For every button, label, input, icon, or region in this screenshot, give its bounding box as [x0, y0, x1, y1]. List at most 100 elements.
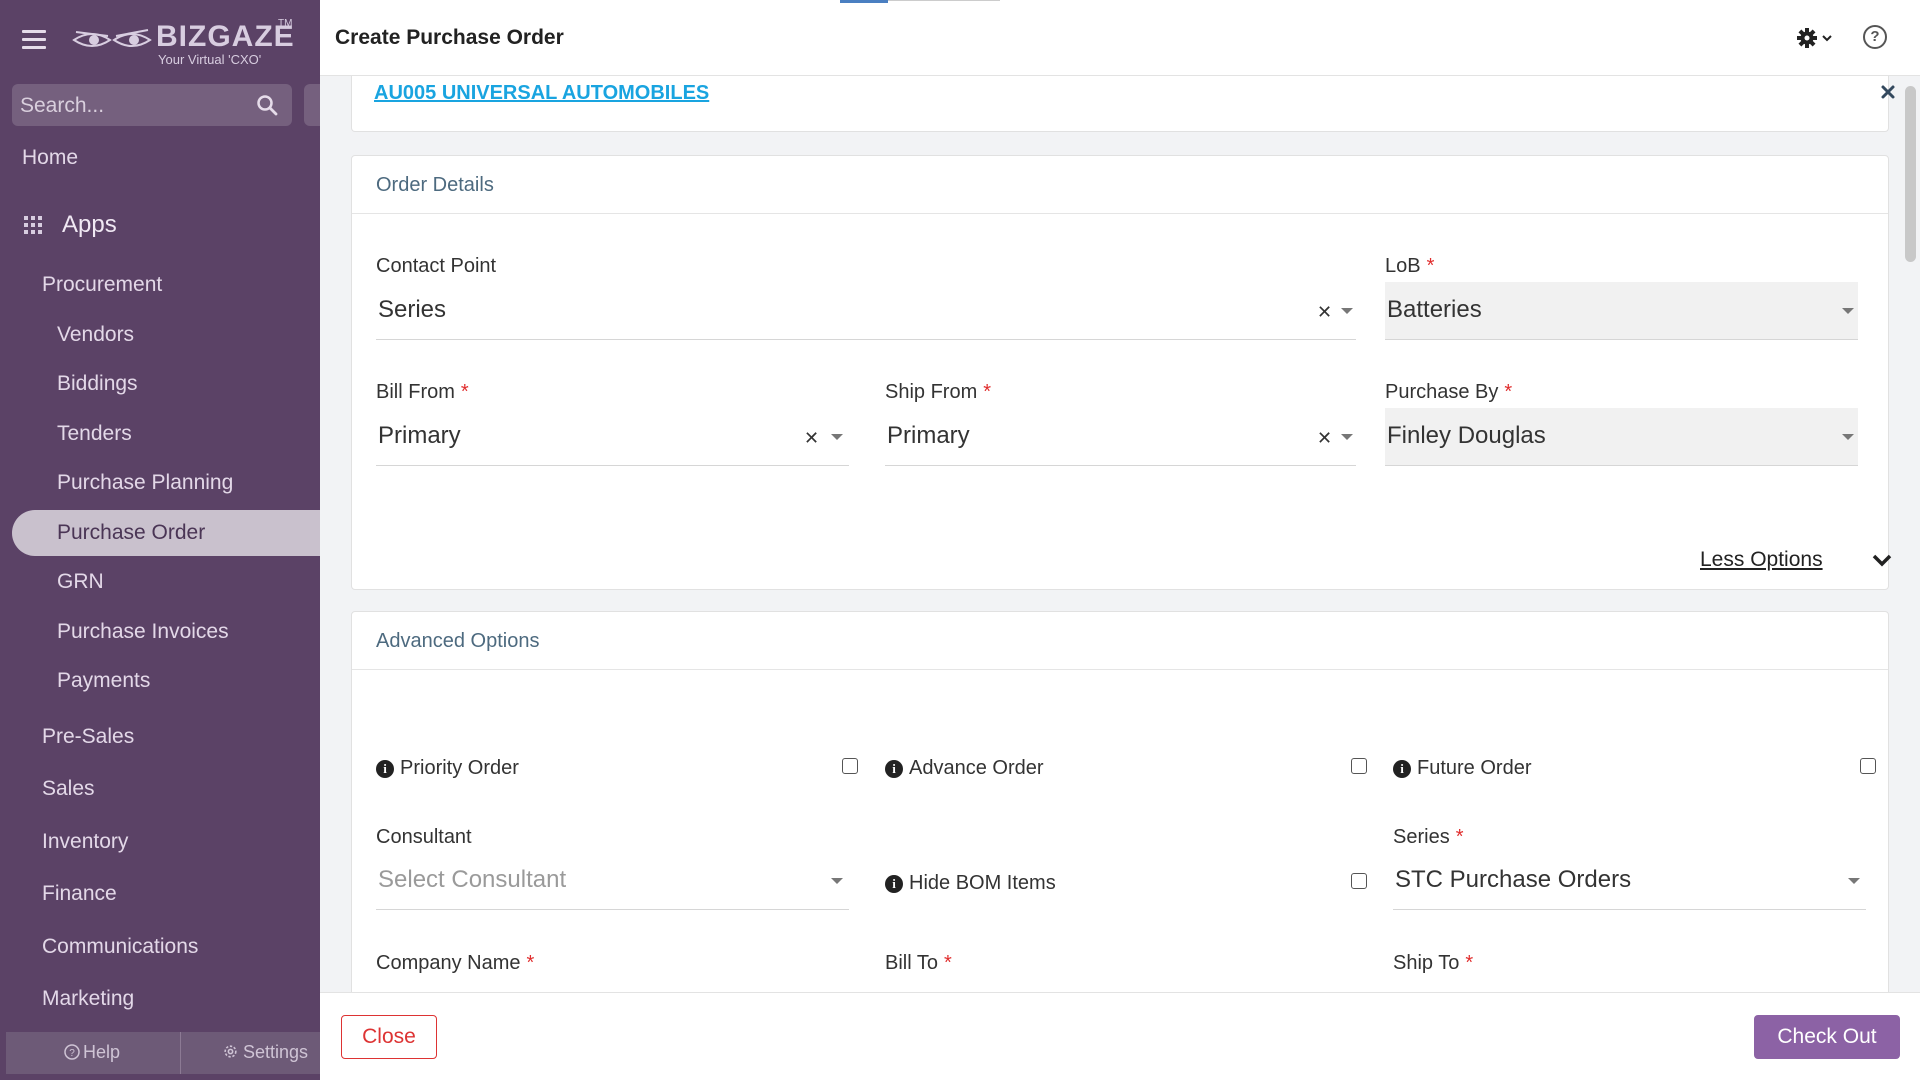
contact-point-value: Series — [378, 296, 447, 323]
required-asterisk: * — [460, 381, 469, 403]
sidebar-item-grn[interactable]: GRN — [57, 570, 104, 594]
lob-select[interactable]: Batteries — [1385, 282, 1858, 340]
priority-order-checkbox[interactable] — [842, 758, 858, 774]
series-select[interactable]: STC Purchase Orders — [1393, 852, 1866, 910]
future-order-label: i Future Order — [1393, 757, 1531, 780]
sidebar-item-tenders[interactable]: Tenders — [57, 422, 132, 446]
sidebar-footer: ? Help Settings — [6, 1032, 320, 1074]
advanced-options-card: Advanced Options i Priority Order i Advanc… — [351, 611, 1889, 992]
required-asterisk: * — [1426, 255, 1435, 277]
help-link[interactable]: ? Help — [64, 1042, 120, 1063]
ship-from-value: Primary — [887, 422, 970, 449]
help-circle-icon: ? — [64, 1044, 80, 1060]
sidebar-item-purchase-invoices[interactable]: Purchase Invoices — [57, 620, 229, 644]
info-icon[interactable]: i — [885, 875, 903, 893]
ship-from-clear-icon[interactable]: ✕ — [1317, 428, 1332, 449]
logo-brand: BIZGAZE — [156, 20, 295, 53]
hide-bom-items-checkbox[interactable] — [1351, 873, 1367, 889]
required-asterisk: * — [1465, 952, 1474, 974]
settings-gear-dropdown-icon[interactable] — [1797, 26, 1837, 50]
contact-point-select[interactable]: Series ✕ — [376, 282, 1356, 340]
hide-bom-items-label: i Hide BOM Items — [885, 872, 1056, 895]
chevron-down-icon[interactable] — [1872, 552, 1892, 568]
footer-divider — [180, 1032, 181, 1074]
sidebar-item-biddings[interactable]: Biddings — [57, 372, 138, 396]
info-icon[interactable]: i — [885, 760, 903, 778]
settings-link[interactable]: Settings — [222, 1042, 308, 1063]
bizgaze-logo[interactable]: BIZGAZE TM Your Virtual 'CXO' — [72, 18, 295, 68]
sidebar-item-inventory[interactable]: Inventory — [42, 830, 128, 854]
advance-order-checkbox[interactable] — [1351, 758, 1367, 774]
consultant-select[interactable]: Select Consultant — [376, 852, 849, 910]
ship-from-label: Ship From * — [885, 381, 992, 403]
check-out-button[interactable]: Check Out — [1754, 1015, 1900, 1059]
info-icon[interactable]: i — [1393, 760, 1411, 778]
sidebar-item-communications[interactable]: Communications — [42, 935, 198, 959]
logo-tm: TM — [278, 18, 293, 29]
consultant-label: Consultant — [376, 826, 472, 848]
settings-gear-icon — [224, 1045, 237, 1058]
sidebar-search-input[interactable]: Search... — [12, 84, 292, 126]
purchase-by-caret-icon[interactable] — [1842, 434, 1854, 440]
sidebar-item-purchase-planning[interactable]: Purchase Planning — [57, 471, 233, 495]
priority-order-label: i Priority Order — [376, 757, 519, 780]
sidebar-item-marketing[interactable]: Marketing — [42, 987, 134, 1011]
purchase-by-select[interactable]: Finley Douglas — [1385, 408, 1858, 466]
lob-label: LoB * — [1385, 255, 1435, 277]
bill-from-select[interactable]: Primary ✕ — [376, 408, 849, 466]
bill-from-label: Bill From * — [376, 381, 469, 403]
consultant-placeholder: Select Consultant — [378, 866, 567, 893]
required-asterisk: * — [944, 952, 952, 974]
lob-value: Batteries — [1387, 296, 1482, 323]
info-icon[interactable]: i — [376, 760, 394, 778]
purchase-by-label: Purchase By * — [1385, 381, 1513, 403]
ship-from-caret-icon[interactable] — [1341, 434, 1353, 440]
vendor-card: AU005 UNIVERSAL AUTOMOBILES — [351, 76, 1895, 132]
remove-vendor-close-icon[interactable] — [1880, 84, 1896, 100]
sidebar: BIZGAZE TM Your Virtual 'CXO' Search... … — [0, 0, 324, 1080]
bill-from-caret-icon[interactable] — [831, 434, 843, 440]
contact-point-caret-icon[interactable] — [1341, 308, 1353, 314]
svg-text:?: ? — [69, 1048, 75, 1059]
sidebar-item-payments[interactable]: Payments — [57, 669, 150, 693]
header-tab-indicator — [840, 0, 888, 3]
sidebar-item-vendors[interactable]: Vendors — [57, 323, 134, 347]
contact-point-clear-icon[interactable]: ✕ — [1317, 302, 1332, 323]
sidebar-item-procurement[interactable]: Procurement — [42, 273, 162, 297]
help-label: Help — [83, 1042, 121, 1062]
order-details-title: Order Details — [376, 174, 494, 196]
page-footer: Close Check Out — [320, 992, 1920, 1080]
vendor-link[interactable]: AU005 UNIVERSAL AUTOMOBILES — [374, 82, 709, 105]
main-panel: Create Purchase Order ? AU005 UNIVERSAL … — [320, 0, 1920, 1080]
future-order-checkbox[interactable] — [1860, 758, 1876, 774]
search-icon[interactable] — [256, 94, 278, 116]
consultant-caret-icon[interactable] — [831, 878, 843, 884]
required-asterisk: * — [526, 952, 535, 974]
page-title: Create Purchase Order — [335, 26, 564, 49]
sidebar-item-finance[interactable]: Finance — [42, 882, 117, 906]
hamburger-menu-icon[interactable] — [22, 30, 46, 50]
lob-caret-icon[interactable] — [1842, 308, 1854, 314]
order-details-header: Order Details — [352, 156, 1888, 214]
close-button[interactable]: Close — [341, 1015, 437, 1059]
purchase-by-value: Finley Douglas — [1387, 422, 1546, 449]
bill-from-clear-icon[interactable]: ✕ — [804, 428, 819, 449]
help-question-icon[interactable]: ? — [1863, 25, 1887, 49]
series-label: Series * — [1393, 826, 1464, 848]
order-details-card: Order Details Contact Point Series ✕ LoB… — [351, 155, 1892, 590]
sidebar-item-sales[interactable]: Sales — [42, 777, 95, 801]
series-caret-icon[interactable] — [1848, 878, 1860, 884]
logo-eyes-icon — [72, 29, 152, 47]
less-options-link[interactable]: Less Options — [1700, 548, 1823, 572]
sidebar-item-purchase-order[interactable]: Purchase Order — [57, 521, 205, 545]
content-scrollbar[interactable] — [1905, 86, 1916, 262]
settings-label: Settings — [243, 1042, 309, 1062]
sidebar-item-home[interactable]: Home — [22, 146, 78, 170]
search-placeholder: Search... — [20, 94, 105, 117]
form-content[interactable]: AU005 UNIVERSAL AUTOMOBILES Order Detail… — [320, 76, 1900, 992]
sidebar-header: BIZGAZE TM Your Virtual 'CXO' — [0, 0, 320, 76]
required-asterisk: * — [1504, 381, 1513, 403]
sidebar-item-pre-sales[interactable]: Pre-Sales — [42, 725, 134, 749]
apps-grid-icon — [24, 216, 42, 234]
ship-from-select[interactable]: Primary ✕ — [885, 408, 1356, 466]
